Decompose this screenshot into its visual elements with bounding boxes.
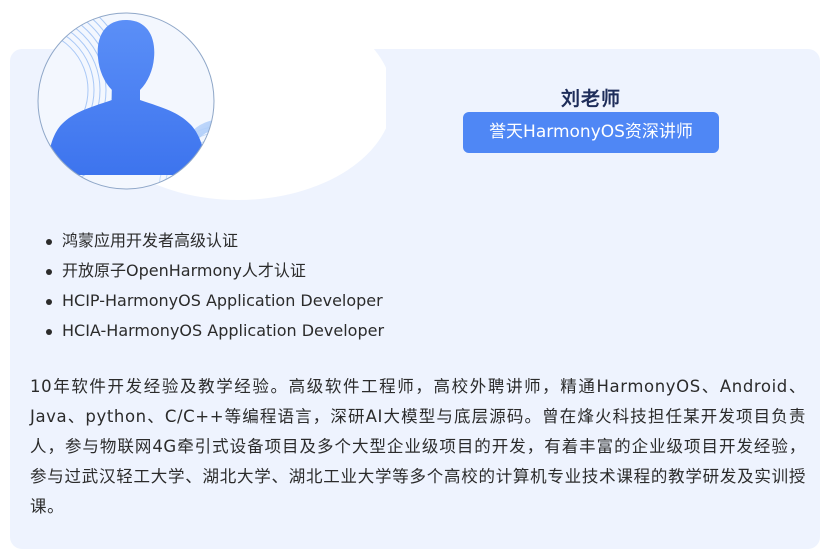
list-item: 开放原子OpenHarmony人才认证 bbox=[44, 256, 384, 286]
avatar bbox=[8, 0, 386, 200]
bullet-icon bbox=[46, 239, 52, 245]
certification-label: 开放原子OpenHarmony人才认证 bbox=[62, 261, 306, 280]
certification-list: 鸿蒙应用开发者高级认证 开放原子OpenHarmony人才认证 HCIP-Har… bbox=[44, 226, 384, 346]
certification-label: HCIA-HarmonyOS Application Developer bbox=[62, 321, 385, 340]
teacher-bio: 10年软件开发经验及教学经验。高级软件工程师，高校外聘讲师，精通HarmonyO… bbox=[30, 377, 806, 516]
certification-label: 鸿蒙应用开发者高级认证 bbox=[62, 231, 239, 250]
list-item: HCIA-HarmonyOS Application Developer bbox=[44, 316, 384, 346]
teacher-name: 刘老师 bbox=[560, 88, 621, 110]
list-item: HCIP-HarmonyOS Application Developer bbox=[44, 286, 384, 316]
bullet-icon bbox=[46, 269, 52, 275]
bullet-icon bbox=[46, 329, 52, 335]
list-item: 鸿蒙应用开发者高级认证 bbox=[44, 226, 384, 256]
bullet-icon bbox=[46, 299, 52, 305]
teacher-title-badge: 誉天HarmonyOS资深讲师 bbox=[463, 112, 719, 153]
certification-label: HCIP-HarmonyOS Application Developer bbox=[62, 291, 383, 310]
person-silhouette-icon bbox=[37, 0, 386, 200]
